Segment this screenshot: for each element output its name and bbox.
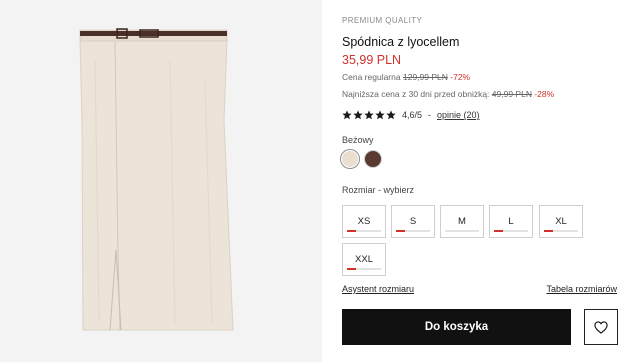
color-name: Beżowy <box>342 135 374 145</box>
size-option-label: XXL <box>355 254 373 265</box>
star-icon <box>342 110 352 120</box>
stock-bar <box>445 230 479 232</box>
color-swatch-brown[interactable] <box>365 151 381 167</box>
star-icon <box>364 110 374 120</box>
stock-bar-fill <box>544 230 553 232</box>
wishlist-button[interactable] <box>584 309 618 345</box>
rating-stars <box>342 110 396 120</box>
star-icon <box>386 110 396 120</box>
stock-bar-fill <box>396 230 405 232</box>
rating-separator: - <box>428 110 432 120</box>
size-label: Rozmiar - wybierz <box>342 185 415 195</box>
size-option-label: S <box>409 216 417 227</box>
color-swatches <box>342 151 381 167</box>
regular-price-value: 129,99 PLN <box>402 72 448 82</box>
stock-bar-fill <box>347 268 356 270</box>
lowest-price-line: Najniższa cena z 30 dni przed obniżką: 4… <box>342 89 554 99</box>
stock-bar <box>494 230 528 232</box>
star-icon <box>375 110 385 120</box>
star-icon <box>353 110 363 120</box>
quality-label: PREMIUM QUALITY <box>342 16 423 25</box>
size-option-s[interactable]: S <box>391 205 435 238</box>
product-image[interactable] <box>0 0 322 362</box>
size-links: Asystent rozmiaru Tabela rozmiarów <box>342 284 617 294</box>
skirt-illustration <box>79 28 234 331</box>
regular-discount: -72% <box>450 72 471 82</box>
size-option-label: M <box>458 216 466 227</box>
heart-icon <box>594 320 608 334</box>
lowest-price-value: 49,99 PLN <box>491 89 532 99</box>
size-option-l[interactable]: L <box>489 205 533 238</box>
size-option-label: L <box>508 216 514 227</box>
size-assistant-link[interactable]: Asystent rozmiaru <box>342 284 414 294</box>
lowest-discount: -28% <box>534 89 555 99</box>
stock-bar-fill <box>494 230 503 232</box>
stock-bar <box>544 230 578 232</box>
product-title: Spódnica z lyocellem <box>342 35 460 49</box>
lowest-price-label: Najniższa cena z 30 dni przed obniżką: <box>342 89 490 99</box>
reviews-link[interactable]: opinie (20) <box>437 110 480 120</box>
stock-bar <box>396 230 430 232</box>
product-info: PREMIUM QUALITY Spódnica z lyocellem 35,… <box>342 0 620 362</box>
size-option-xs[interactable]: XS <box>342 205 386 238</box>
regular-price-line: Cena regularna 129,99 PLN -72% <box>342 72 470 82</box>
regular-price-label: Cena regularna <box>342 72 401 82</box>
color-swatch-beige[interactable] <box>342 151 358 167</box>
size-option-label: XS <box>357 216 371 227</box>
size-table-link[interactable]: Tabela rozmiarów <box>546 284 617 294</box>
stock-bar-fill <box>347 230 356 232</box>
size-option-label: XL <box>555 216 567 227</box>
size-option-m[interactable]: M <box>440 205 484 238</box>
add-to-cart-button[interactable]: Do koszyka <box>342 309 571 345</box>
size-option-xxl[interactable]: XXL <box>342 243 386 276</box>
rating-row: 4,6/5 - opinie (20) <box>342 108 480 122</box>
stock-bar <box>347 230 381 232</box>
current-price: 35,99 PLN <box>342 53 402 67</box>
size-option-xl[interactable]: XL <box>539 205 583 238</box>
stock-bar <box>347 268 381 270</box>
rating-score: 4,6/5 <box>402 110 423 120</box>
